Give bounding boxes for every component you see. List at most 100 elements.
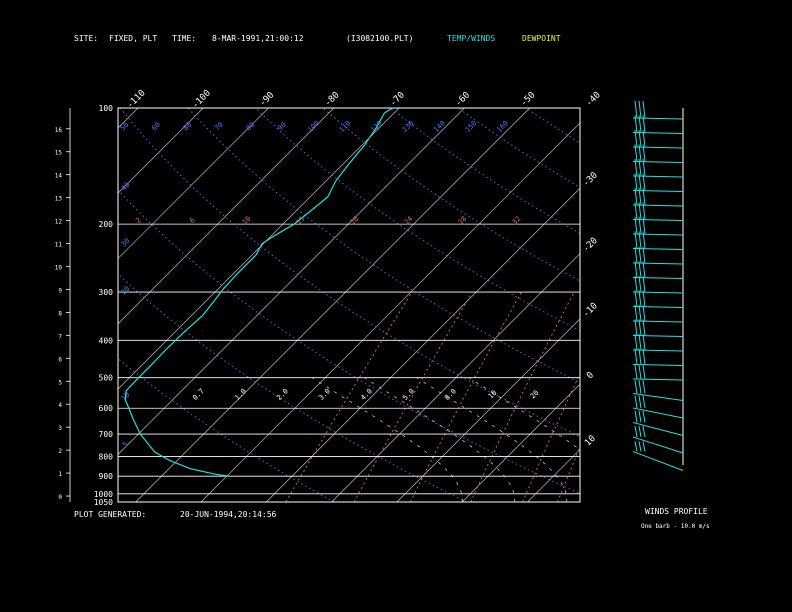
wind-barb <box>642 425 646 438</box>
moist-adiabat-label: 3.0 <box>317 387 332 402</box>
isotherm-line <box>200 122 580 502</box>
wind-barb <box>634 441 638 452</box>
plot-frame <box>117 107 581 503</box>
height-tick-label: 10 <box>55 264 63 271</box>
plot-generated-label: PLOT GENERATED: <box>74 510 147 519</box>
dry-adiabat-line <box>118 358 335 502</box>
mixing-ratio-label: 32 <box>511 215 523 227</box>
wind-barb <box>642 364 646 380</box>
wind-barb <box>638 275 642 293</box>
wind-barb-shaft <box>632 306 684 308</box>
pressure-tick-label: 600 <box>99 404 114 413</box>
wind-barb-shaft <box>632 117 684 120</box>
wind-barb <box>638 425 642 438</box>
winds-profile-title: WINDS PROFILE <box>645 507 708 516</box>
isotherm-line <box>723 108 792 502</box>
wind-barb-shaft <box>632 146 684 149</box>
dry-adiabat-line <box>187 108 580 384</box>
height-tick-label: 14 <box>55 173 63 180</box>
moist-adiabat-label: 0.7 <box>191 387 206 402</box>
pressure-tick-label: 100 <box>99 104 114 113</box>
dry-adiabat-label: 20 <box>120 285 132 297</box>
isotherm-line <box>118 108 400 390</box>
mixing-ratio-line <box>353 291 473 502</box>
isotherm-line <box>266 187 580 502</box>
height-tick-label: 13 <box>55 196 63 203</box>
dry-adiabat-line <box>458 108 580 188</box>
dry-adiabat-line <box>322 108 580 282</box>
wind-barb <box>642 410 646 423</box>
wind-barb <box>634 319 638 336</box>
wind-barb-shaft <box>632 320 684 323</box>
wind-barb <box>638 348 642 365</box>
wind-barb <box>634 261 638 278</box>
skewt-chart: 1002003004005006007008009001000105001234… <box>55 88 792 507</box>
isotherm-line <box>118 108 204 194</box>
dry-adiabat-label: 110 <box>338 119 353 134</box>
isotherm-label-right: 0 <box>585 370 596 381</box>
mixing-ratio-label: 20 <box>349 215 361 227</box>
mixing-ratio-label: 10 <box>241 215 253 227</box>
isotherm-line <box>331 253 580 502</box>
wind-barb-shaft <box>632 262 684 265</box>
isotherm-line <box>658 108 792 502</box>
moist-adiabat-label: 2.0 <box>275 387 290 402</box>
isotherm-line <box>118 108 269 259</box>
dry-adiabat-line <box>594 108 792 502</box>
wind-barb <box>638 261 642 278</box>
isotherm-label-top: -50 <box>519 90 538 109</box>
dry-adiabat-line <box>255 108 580 332</box>
moist-adiabat-label: 8.0 <box>443 387 458 402</box>
isotherm-label-right: -30 <box>581 171 600 190</box>
wind-barb-shaft <box>632 291 684 294</box>
dry-adiabat-label: 80 <box>182 121 194 133</box>
height-tick-label: 11 <box>55 242 63 249</box>
isotherm-line <box>118 108 335 325</box>
isotherm-line <box>118 108 465 455</box>
dry-adiabat-label: 160 <box>495 119 510 134</box>
isotherm-label-top: -70 <box>388 90 407 109</box>
dry-adiabat-line <box>729 108 792 502</box>
dry-adiabat-label: 70 <box>213 121 225 133</box>
dry-adiabat-label: 90 <box>276 121 288 133</box>
wind-barb-shaft <box>632 219 684 221</box>
height-tick-label: 5 <box>58 379 62 386</box>
height-tick-label: 15 <box>55 150 63 157</box>
wind-barb <box>634 425 638 438</box>
wind-barb <box>634 348 638 365</box>
mixing-ratio-label: 28 <box>457 215 469 227</box>
height-tick-label: 9 <box>58 287 62 294</box>
dry-adiabat-label: 40 <box>120 181 132 193</box>
wind-barb <box>634 275 638 293</box>
wind-barb <box>634 290 638 307</box>
isotherm-label-right: -10 <box>581 301 600 320</box>
wind-barb <box>638 395 642 409</box>
wind-barb <box>642 380 646 394</box>
winds-profile-note: One barb - 10.0 m/s <box>641 523 710 530</box>
isotherm-label-top: -110 <box>125 88 147 110</box>
dry-adiabat-label: 150 <box>464 119 479 134</box>
mixing-ratio-label: 2 <box>134 216 143 225</box>
dry-adiabat-label: 140 <box>432 119 447 134</box>
wind-barb-shaft <box>632 233 684 236</box>
wind-barb-shaft <box>632 175 684 178</box>
isotherm-label-top: -80 <box>323 90 342 109</box>
dry-adiabat-label: 100 <box>306 119 321 134</box>
moist-adiabat-line <box>312 377 463 502</box>
wind-barb <box>638 441 642 452</box>
dry-adiabat-line <box>661 108 792 502</box>
dry-adiabat-label: 60 <box>150 121 162 133</box>
pressure-tick-label: 300 <box>99 288 114 297</box>
wind-barb-shaft <box>632 132 684 134</box>
isotherm-label-top: -90 <box>258 90 277 109</box>
mixing-ratio-label: 6 <box>188 216 197 225</box>
height-tick-label: 7 <box>58 333 62 340</box>
moist-adiabat-label: 20 <box>529 389 541 401</box>
wind-barb <box>642 395 646 409</box>
wind-barb <box>634 395 638 409</box>
isotherm-line <box>118 108 139 129</box>
wind-barb-shaft <box>632 204 684 207</box>
height-tick-label: 2 <box>58 448 62 455</box>
moist-adiabat-label: 5.0 <box>401 387 416 402</box>
mixing-ratio-line <box>606 292 692 502</box>
